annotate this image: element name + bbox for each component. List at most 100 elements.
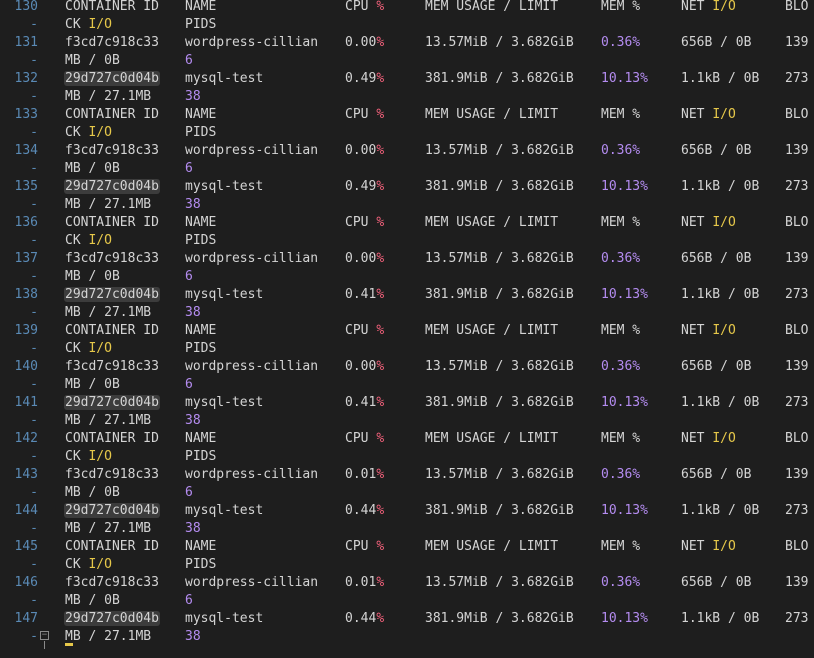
- col-mem-pct: 10.13%: [601, 394, 648, 412]
- terminal-editor[interactable]: 130 CONTAINER ID NAME CPU % MEM USAGE / LIMI…: [0, 0, 814, 658]
- net-io: 656B / 0B: [681, 467, 752, 482]
- net-io: 1.1kB / 0B: [681, 179, 760, 194]
- cpu-value: 0.00: [345, 359, 377, 374]
- col-net: 656B / 0B: [681, 466, 751, 484]
- header-row: 139 CONTAINER ID NAME CPU % MEM USAGE / LIMI…: [0, 322, 814, 340]
- header-net-io: I/O: [712, 539, 736, 554]
- header-cpu: CPU: [345, 107, 377, 122]
- mem-usage: 13.57MiB / 3.682GiB: [425, 143, 574, 158]
- header-row-wrap: - CK I/O PIDS: [0, 232, 814, 250]
- col-mem-usage: MEM USAGE / LIMIT: [425, 214, 558, 232]
- col-container-id: 29d727c0d04b: [64, 70, 160, 88]
- net-io: 656B / 0B: [681, 251, 752, 266]
- header-block-io: I/O: [88, 341, 112, 356]
- col-container-id: MB / 0B: [65, 592, 120, 610]
- col-net: 1.1kB / 0B: [681, 70, 759, 88]
- col-net: 1.1kB / 0B: [681, 178, 759, 196]
- col-container-id: CK I/O: [65, 232, 112, 250]
- container-name: mysql-test: [185, 503, 264, 518]
- col-name: PIDS: [185, 16, 216, 34]
- line-number: 140: [14, 359, 38, 374]
- block-io-cont: MB / 0B: [65, 269, 120, 284]
- container-name: mysql-test: [185, 611, 264, 626]
- block-io: 139: [785, 143, 809, 158]
- line-number: 132: [14, 71, 38, 86]
- mysql-row: 141 29d727c0d04b mysql-test 0.41% 381.9MiB /…: [0, 394, 814, 412]
- mem-pct: 10.13%: [601, 287, 648, 302]
- header-block-io: I/O: [88, 557, 112, 572]
- line-number: 131: [14, 35, 38, 50]
- col-block: 273: [785, 610, 808, 628]
- col-container-id: CK I/O: [65, 556, 112, 574]
- header-container-id: CONTAINER ID: [65, 431, 159, 446]
- cpu-pct-sign: %: [376, 503, 385, 518]
- col-container-id: f3cd7c918c33: [65, 250, 159, 268]
- cpu-pct-sign: %: [376, 359, 385, 374]
- header-pids: PIDS: [185, 17, 217, 32]
- col-mem-usage: 13.57MiB / 3.682GiB: [425, 466, 574, 484]
- col-container-id: MB / 27.1MB: [65, 520, 151, 538]
- mysql-row-wrap: - MB / 27.1MB 38: [0, 304, 814, 322]
- col-block: BLO: [785, 0, 808, 16]
- col-block: 139: [785, 466, 808, 484]
- col-name: NAME: [185, 430, 216, 448]
- col-name: wordpress-cillian: [185, 250, 318, 268]
- container-id: 29d727c0d04b: [64, 395, 160, 410]
- col-name: 38: [185, 520, 201, 538]
- pids: 6: [185, 377, 193, 392]
- mem-usage: 13.57MiB / 3.682GiB: [425, 251, 574, 266]
- line-number: 136: [14, 215, 38, 230]
- col-container-id: 29d727c0d04b: [64, 610, 160, 628]
- col-block: 139: [785, 250, 808, 268]
- col-mem-pct: 0.36%: [601, 574, 640, 592]
- block-io: 139: [785, 251, 809, 266]
- mysql-row: 147 29d727c0d04b mysql-test 0.44% 381.9MiB /…: [0, 610, 814, 628]
- mem-pct: 10.13%: [601, 611, 648, 626]
- col-container-id: CONTAINER ID: [65, 106, 159, 124]
- block-io-cont: MB / 27.1MB: [65, 413, 152, 428]
- block-io: 273: [785, 395, 809, 410]
- line-number: -: [30, 269, 38, 284]
- col-name: PIDS: [185, 232, 216, 250]
- col-mem-pct: 0.36%: [601, 358, 640, 376]
- container-id: 29d727c0d04b: [64, 179, 160, 194]
- fold-collapse-icon[interactable]: −: [40, 631, 49, 640]
- col-block: BLO: [785, 538, 808, 556]
- col-container-id: MB / 27.1MB: [65, 628, 151, 646]
- line-number: 142: [14, 431, 38, 446]
- col-name: NAME: [185, 0, 216, 16]
- col-mem-usage: 13.57MiB / 3.682GiB: [425, 142, 574, 160]
- cpu-value: 0.00: [345, 143, 377, 158]
- col-cpu: 0.00%: [345, 34, 384, 52]
- col-cpu: 0.49%: [345, 178, 384, 196]
- header-row-wrap: - CK I/O PIDS: [0, 124, 814, 142]
- col-mem-usage: 381.9MiB / 3.682GiB: [425, 502, 574, 520]
- header-container-id: CONTAINER ID: [65, 107, 159, 122]
- col-container-id: MB / 27.1MB: [65, 196, 151, 214]
- col-name: PIDS: [185, 124, 216, 142]
- block-io-cont: MB / 0B: [65, 53, 120, 68]
- col-cpu: 0.00%: [345, 358, 384, 376]
- cpu-value: 0.01: [345, 575, 377, 590]
- mem-usage: 381.9MiB / 3.682GiB: [425, 287, 574, 302]
- line-number: 133: [14, 107, 38, 122]
- header-mem-usage: MEM USAGE / LIMIT: [425, 323, 559, 338]
- col-mem-pct: MEM %: [601, 106, 640, 124]
- header-pids: PIDS: [185, 341, 217, 356]
- net-io: 1.1kB / 0B: [681, 395, 760, 410]
- header-block: BLO: [785, 0, 809, 14]
- header-row: 145 CONTAINER ID NAME CPU % MEM USAGE / LIMI…: [0, 538, 814, 556]
- mem-pct: 10.13%: [601, 503, 648, 518]
- header-pids: PIDS: [185, 557, 217, 572]
- col-cpu: 0.44%: [345, 502, 384, 520]
- mem-pct: 0.36%: [601, 575, 641, 590]
- header-mem-pct: MEM %: [601, 323, 641, 338]
- line-number: -: [30, 53, 38, 68]
- wordpress-row-wrap: - MB / 0B 6: [0, 484, 814, 502]
- col-container-id: CONTAINER ID: [65, 322, 159, 340]
- mem-usage: 381.9MiB / 3.682GiB: [425, 179, 574, 194]
- header-block-io: I/O: [88, 125, 112, 140]
- mysql-row-wrap: - MB / 27.1MB 38: [0, 520, 814, 538]
- header-net: NET: [681, 0, 713, 14]
- col-net: 1.1kB / 0B: [681, 610, 759, 628]
